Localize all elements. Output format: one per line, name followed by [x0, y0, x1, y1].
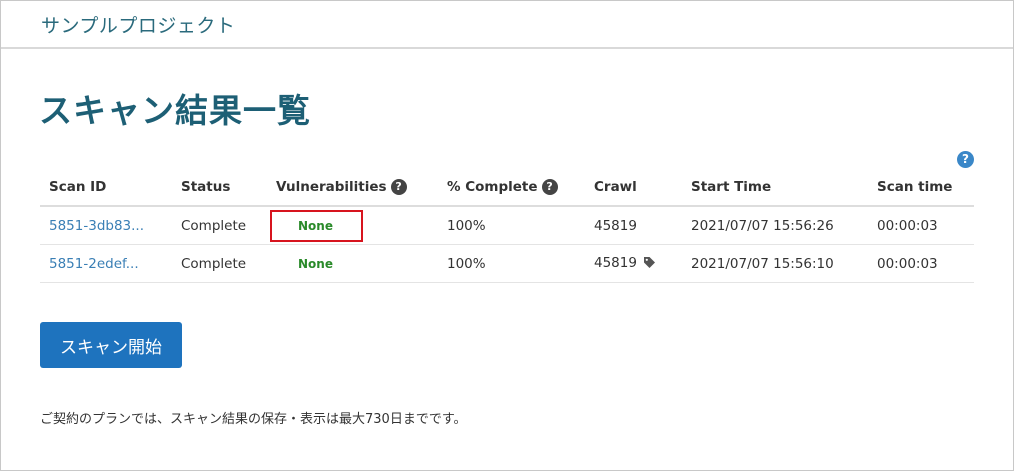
column-header-complete: % Complete?: [438, 168, 585, 207]
crawl-cell: 45819: [585, 244, 682, 283]
project-name[interactable]: サンプルプロジェクト: [41, 11, 235, 38]
scan-time-cell: 00:00:03: [868, 206, 974, 245]
column-header-start-time: Start Time: [682, 168, 868, 207]
vulnerabilities-value: None: [298, 256, 333, 271]
scan-results-table: Scan ID Status Vulnerabilities? % Comple…: [40, 168, 974, 283]
column-header-scan-id: Scan ID: [40, 168, 172, 207]
complete-cell: 100%: [438, 206, 585, 245]
page-title: スキャン結果一覧: [39, 91, 311, 130]
scan-id-cell: 5851-2edef...: [40, 244, 172, 283]
tag-icon[interactable]: [643, 256, 656, 273]
table-row: 5851-3db83... Complete None 100% 45819 2…: [40, 206, 974, 245]
start-time-cell: 2021/07/07 15:56:10: [682, 244, 868, 283]
scan-id-link[interactable]: 5851-2edef...: [49, 256, 139, 272]
start-time-cell: 2021/07/07 15:56:26: [682, 206, 868, 245]
scan-time-cell: 00:00:03: [868, 244, 974, 283]
question-circle-icon[interactable]: ?: [957, 151, 974, 168]
question-circle-icon[interactable]: ?: [390, 178, 407, 195]
crawl-value: 45819: [594, 254, 637, 271]
complete-cell: 100%: [438, 244, 585, 283]
column-header-status: Status: [172, 168, 267, 207]
vulnerabilities-value-highlighted: None: [270, 209, 363, 242]
scan-id-link[interactable]: 5851-3db83...: [49, 218, 144, 234]
column-header-vulnerabilities: Vulnerabilities?: [267, 168, 438, 207]
question-circle-icon[interactable]: ?: [541, 178, 558, 195]
status-cell: Complete: [172, 244, 267, 283]
column-header-scan-time: Scan time: [868, 168, 974, 207]
crawl-cell: 45819: [585, 206, 682, 245]
column-header-crawl: Crawl: [585, 168, 682, 207]
start-scan-button[interactable]: スキャン開始: [40, 322, 182, 368]
top-bar: サンプルプロジェクト: [1, 1, 1013, 49]
scan-id-cell: 5851-3db83...: [40, 206, 172, 245]
retention-note: ご契約のプランでは、スキャン結果の保存・表示は最大730日までです。: [40, 412, 467, 427]
table-row: 5851-2edef... Complete None 100% 45819 2…: [40, 244, 974, 283]
vulnerabilities-cell: None: [267, 244, 438, 283]
table-header-row: Scan ID Status Vulnerabilities? % Comple…: [40, 168, 974, 207]
vulnerabilities-cell: None: [267, 206, 438, 245]
status-cell: Complete: [172, 206, 267, 245]
